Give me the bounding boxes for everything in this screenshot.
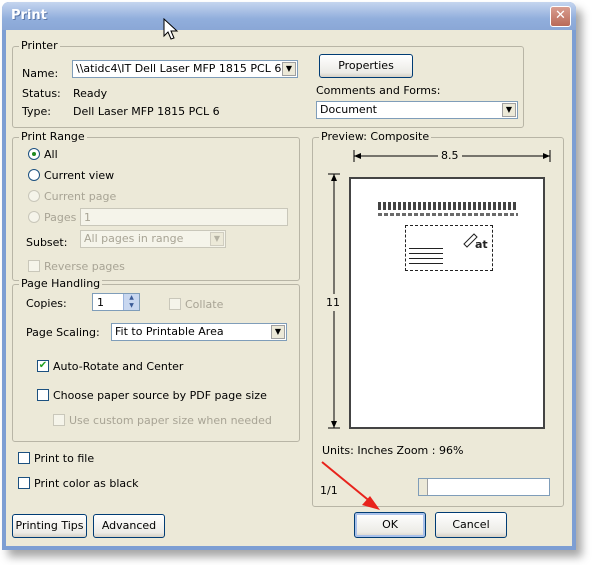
auto-rotate-label: Auto-Rotate and Center <box>53 360 184 373</box>
copies-label: Copies: <box>26 297 67 310</box>
subset-select[interactable]: All pages in range ▼ <box>80 230 226 248</box>
stepper-arrows[interactable]: ▲ ▼ <box>123 294 139 310</box>
print-color-black-checkbox[interactable] <box>18 477 30 489</box>
choose-paper-source-checkbox[interactable] <box>37 389 49 401</box>
auto-rotate-checkbox[interactable]: ✔ <box>37 360 49 372</box>
window-title: Print <box>11 8 47 23</box>
comments-forms-value: Document <box>320 103 377 116</box>
comments-forms-label: Comments and Forms: <box>316 84 441 97</box>
pages-input[interactable]: 1 <box>80 208 288 226</box>
printer-name-value: \\atidc4\IT Dell Laser MFP 1815 PCL 6 <box>76 62 282 75</box>
page-scaling-label: Page Scaling: <box>26 326 100 339</box>
cancel-button[interactable]: Cancel <box>435 512 507 538</box>
custom-paper-size-label: Use custom paper size when needed <box>69 414 272 427</box>
preview-height-label: 11 <box>326 294 340 311</box>
print-range-label: Print Range <box>19 130 87 143</box>
logo-icon: ati <box>463 233 488 250</box>
chevron-down-icon[interactable]: ▼ <box>271 325 285 339</box>
scrollbar-thumb[interactable] <box>419 479 428 495</box>
type-label: Type: <box>22 105 51 118</box>
mouse-cursor-icon <box>163 18 179 40</box>
radio-current-view-label: Current view <box>44 169 115 182</box>
collate-checkbox[interactable] <box>169 298 181 310</box>
dialog-body: Printer Name: \\atidc4\IT Dell Laser MFP… <box>6 30 572 546</box>
copies-stepper[interactable]: 1 ▲ ▼ <box>92 293 140 311</box>
radio-pages[interactable] <box>28 211 40 223</box>
page-handling-label: Page Handling <box>19 277 103 290</box>
svg-text:ati: ati <box>475 238 488 250</box>
print-color-black-label: Print color as black <box>34 477 139 490</box>
title-bar[interactable]: Print ✕ <box>2 2 576 30</box>
page-scrollbar[interactable] <box>418 478 550 496</box>
comments-forms-select[interactable]: Document ▼ <box>316 101 518 119</box>
page-label-box: ati <box>405 225 493 271</box>
printer-name-select[interactable]: \\atidc4\IT Dell Laser MFP 1815 PCL 6 ▼ <box>72 60 298 78</box>
copies-value: 1 <box>97 296 104 309</box>
preview-width-label: 8.5 <box>438 149 462 162</box>
radio-current-page-label: Current page <box>44 190 117 203</box>
type-value: Dell Laser MFP 1815 PCL 6 <box>73 105 220 118</box>
pages-input-value: 1 <box>84 211 91 224</box>
label-text-lines <box>409 244 443 266</box>
reverse-pages-checkbox[interactable] <box>28 260 40 272</box>
chevron-down-icon[interactable]: ▼ <box>210 232 224 246</box>
printer-group-label: Printer <box>19 39 60 52</box>
reverse-pages-label: Reverse pages <box>44 260 125 273</box>
printer-name-label: Name: <box>22 67 59 80</box>
close-button[interactable]: ✕ <box>550 6 571 27</box>
preview-page: ati <box>349 177 545 429</box>
radio-current-page[interactable] <box>28 190 40 202</box>
page-header-text <box>378 202 518 210</box>
ok-button[interactable]: OK <box>354 512 426 538</box>
radio-all[interactable] <box>28 148 40 160</box>
print-to-file-label: Print to file <box>34 452 95 465</box>
printing-tips-button[interactable]: Printing Tips <box>12 514 87 538</box>
chevron-down-icon[interactable]: ▼ <box>502 103 516 117</box>
advanced-button[interactable]: Advanced <box>93 514 165 538</box>
page-indicator: 1/1 <box>320 484 338 497</box>
properties-button[interactable]: Properties <box>319 54 413 78</box>
units-zoom-text: Units: Inches Zoom : 96% <box>322 444 464 457</box>
radio-all-label: All <box>44 148 58 161</box>
page-scaling-value: Fit to Printable Area <box>115 325 224 338</box>
subset-label: Subset: <box>26 236 68 249</box>
chevron-down-icon[interactable]: ▼ <box>282 62 296 76</box>
status-value: Ready <box>73 87 108 100</box>
choose-paper-source-label: Choose paper source by PDF page size <box>53 389 267 402</box>
status-label: Status: <box>22 87 61 100</box>
radio-current-view[interactable] <box>28 169 40 181</box>
page-header-text-2 <box>378 213 518 216</box>
subset-value: All pages in range <box>84 232 184 245</box>
page-scaling-select[interactable]: Fit to Printable Area ▼ <box>111 323 287 341</box>
collate-label: Collate <box>185 298 224 311</box>
print-to-file-checkbox[interactable] <box>18 452 30 464</box>
custom-paper-size-checkbox[interactable] <box>53 414 65 426</box>
print-dialog: Print ✕ Printer Name: \\atidc4\IT Dell L… <box>2 2 576 550</box>
radio-pages-label: Pages <box>44 211 77 224</box>
